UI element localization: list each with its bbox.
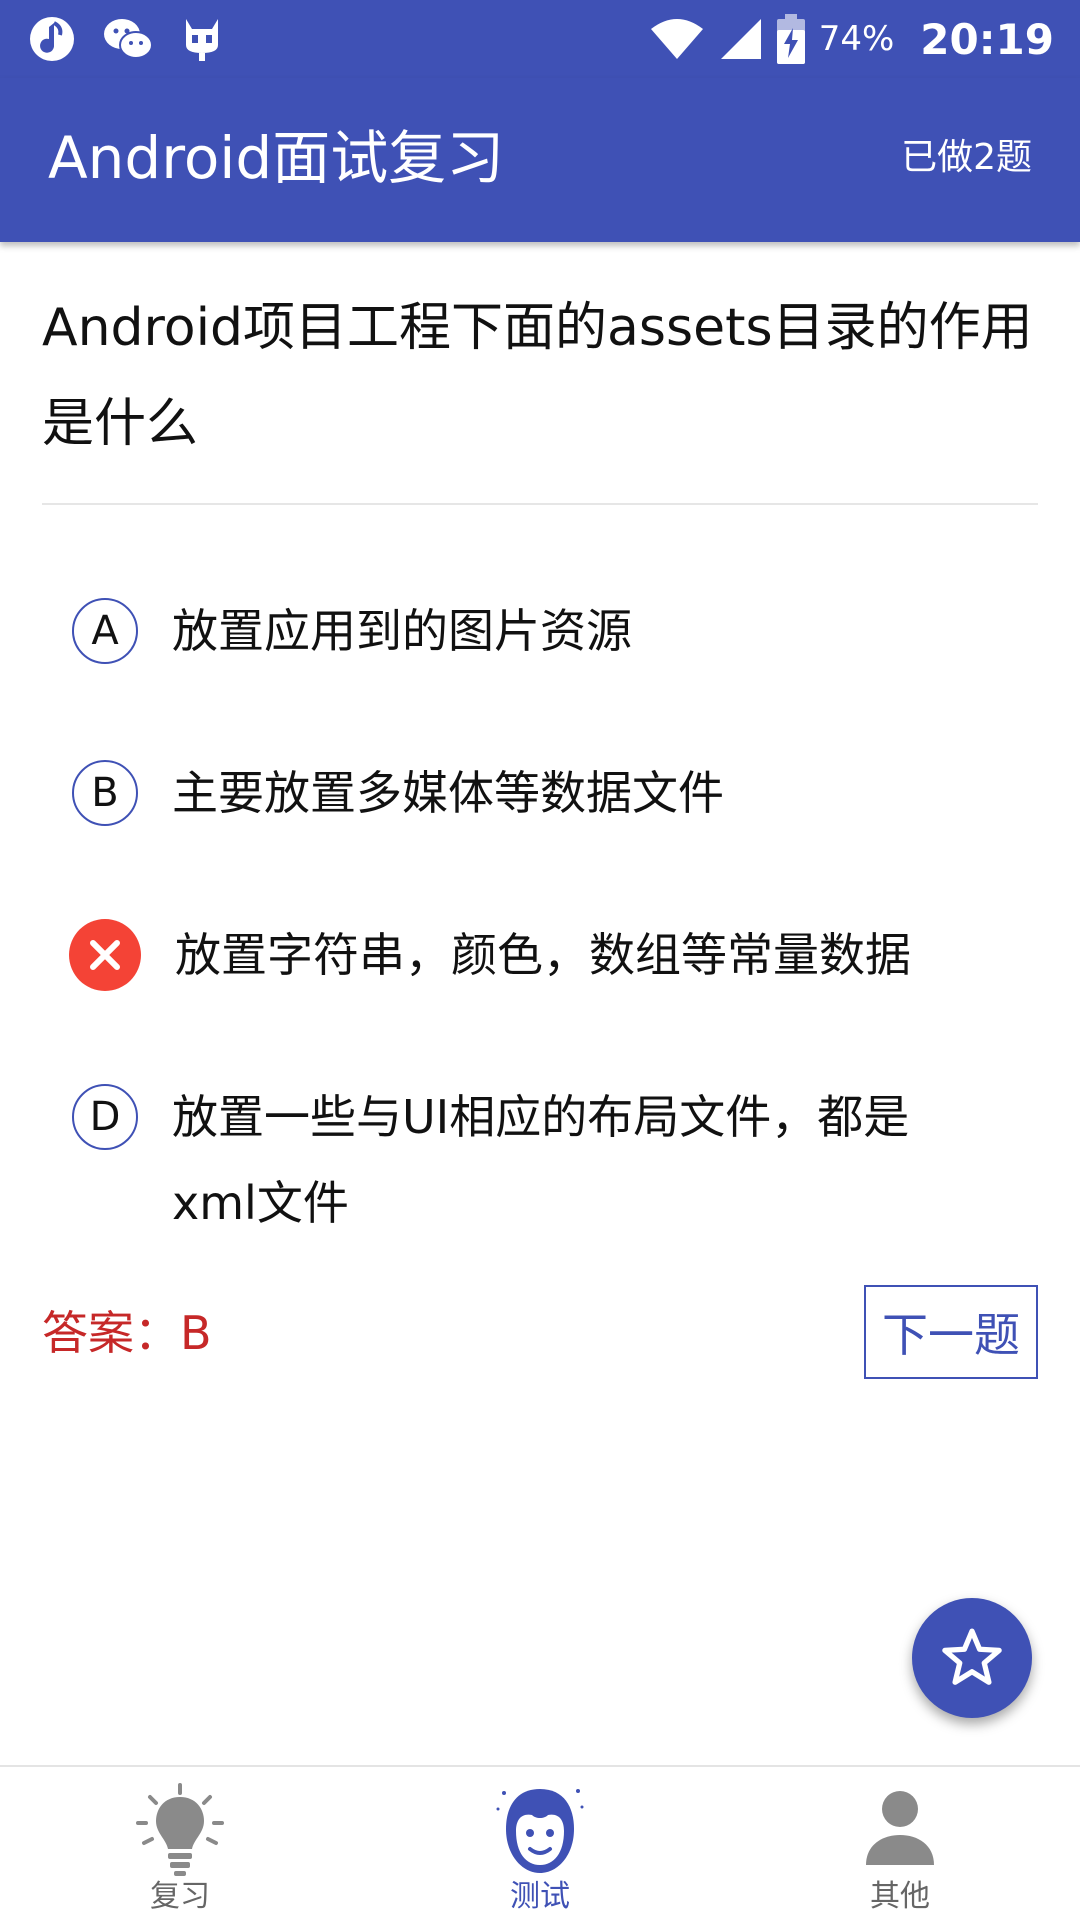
music-app-icon bbox=[28, 15, 76, 63]
face-icon bbox=[496, 1789, 584, 1873]
status-bar: 74% 20:19 bbox=[0, 0, 1080, 78]
nav-item-other[interactable]: 其他 bbox=[780, 1767, 1020, 1922]
status-bar-notifications bbox=[28, 14, 224, 64]
nav-label-review: 复习 bbox=[150, 1879, 210, 1914]
battery-charging-icon bbox=[776, 14, 805, 64]
nav-item-review[interactable]: 复习 bbox=[60, 1767, 300, 1922]
nav-label-other: 其他 bbox=[870, 1879, 930, 1914]
lightbulb-icon bbox=[136, 1783, 224, 1876]
wechat-icon bbox=[102, 17, 154, 61]
option-a-text: 放置应用到的图片资源 bbox=[172, 604, 632, 658]
favorite-fab[interactable] bbox=[912, 1598, 1032, 1718]
option-c[interactable]: 放置字符串，颜色，数组等常量数据 bbox=[69, 919, 1032, 998]
answer-label: 答案：B bbox=[42, 1306, 212, 1360]
star-outline-icon bbox=[942, 1628, 1002, 1685]
nav-label-test: 测试 bbox=[510, 1879, 570, 1914]
bottom-navigation: 复习 测试 其他 bbox=[0, 1765, 1080, 1922]
option-b-text: 主要放置多媒体等数据文件 bbox=[172, 766, 724, 820]
app-title: Android面试复习 bbox=[48, 124, 505, 192]
app-toolbar: Android面试复习 已做2题 bbox=[0, 78, 1080, 242]
option-b-letter: B bbox=[72, 760, 138, 826]
done-count[interactable]: 已做2题 bbox=[901, 136, 1032, 180]
next-question-button[interactable]: 下一题 bbox=[864, 1285, 1038, 1379]
option-a-letter: A bbox=[72, 598, 138, 664]
wrong-answer-icon bbox=[69, 919, 141, 991]
battery-percent: 74% bbox=[818, 19, 895, 59]
cyanogen-bot-icon bbox=[180, 15, 224, 63]
option-a[interactable]: A 放置应用到的图片资源 bbox=[72, 598, 1032, 674]
person-icon bbox=[866, 1791, 934, 1865]
status-bar-system: 74% 20:19 bbox=[649, 10, 1054, 68]
option-b[interactable]: B 主要放置多媒体等数据文件 bbox=[72, 760, 1032, 836]
question-divider bbox=[42, 503, 1038, 505]
wifi-icon bbox=[649, 17, 705, 61]
option-d-letter: D bbox=[72, 1084, 138, 1150]
cell-signal-icon bbox=[719, 17, 763, 61]
question-text: Android项目工程下面的assets目录的作用是什么 bbox=[42, 298, 1033, 454]
option-c-text: 放置字符串，颜色，数组等常量数据 bbox=[175, 928, 911, 982]
clock: 20:19 bbox=[920, 14, 1054, 64]
option-d[interactable]: D 放置一些与UI相应的布局文件，都是xml文件 bbox=[72, 1084, 1032, 1246]
option-d-text: 放置一些与UI相应的布局文件，都是xml文件 bbox=[172, 1090, 910, 1230]
nav-item-test[interactable]: 测试 bbox=[420, 1767, 660, 1922]
